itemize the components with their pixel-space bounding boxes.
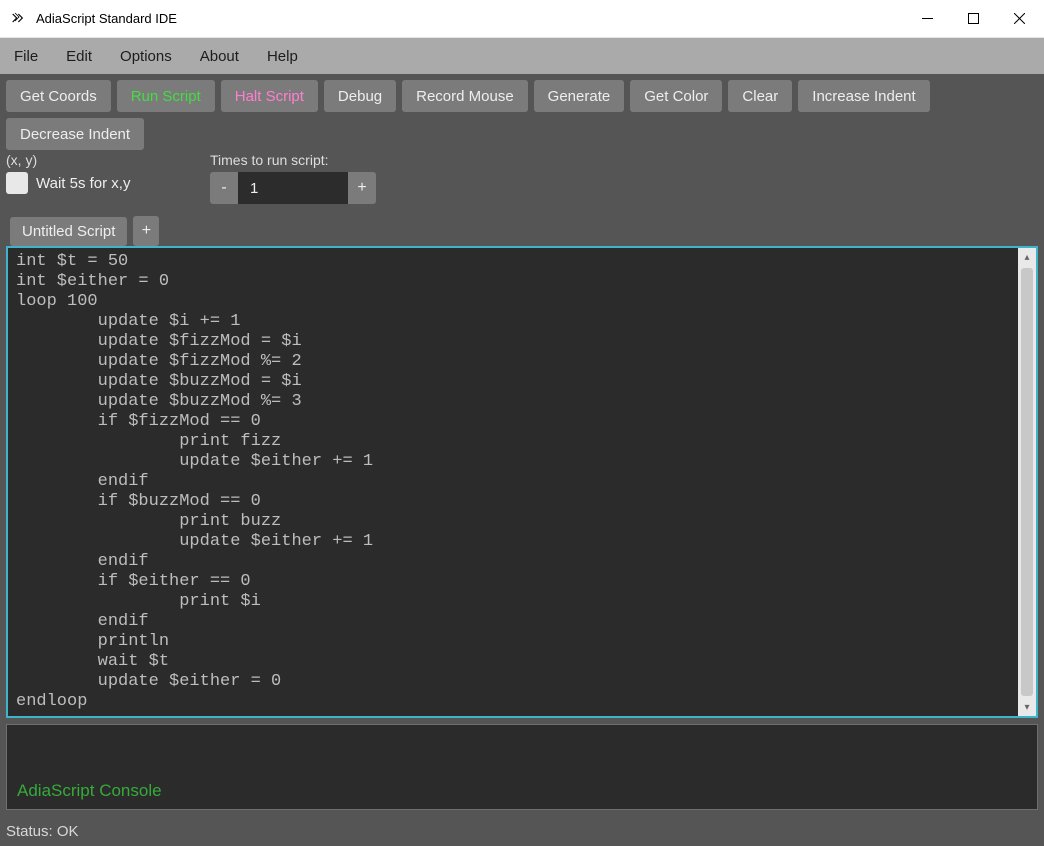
editor-border: int $t = 50 int $either = 0 loop 100 upd… xyxy=(6,246,1038,718)
tool-debug[interactable]: Debug xyxy=(324,80,396,112)
tool-generate[interactable]: Generate xyxy=(534,80,625,112)
stepper-minus[interactable]: - xyxy=(210,172,238,204)
scroll-up-icon[interactable]: ▴ xyxy=(1018,248,1036,266)
window-title: AdiaScript Standard IDE xyxy=(36,11,904,26)
console-text: AdiaScript Console xyxy=(17,781,162,801)
wait-checkbox[interactable] xyxy=(6,172,28,194)
maximize-button[interactable] xyxy=(950,2,996,36)
scroll-thumb[interactable] xyxy=(1021,268,1033,696)
wait-label: Wait 5s for x,y xyxy=(36,175,130,192)
wait-row: Wait 5s for x,y xyxy=(6,172,186,194)
editor-wrap: int $t = 50 int $either = 0 loop 100 upd… xyxy=(0,246,1044,718)
stepper-plus[interactable]: + xyxy=(348,172,376,204)
tool-get-coords[interactable]: Get Coords xyxy=(6,80,111,112)
menu-file[interactable]: File xyxy=(14,48,38,65)
times-stepper: - + xyxy=(210,172,376,204)
minimize-button[interactable] xyxy=(904,2,950,36)
secondary-row: (x, y) Wait 5s for x,y Times to run scri… xyxy=(0,150,1044,210)
tool-get-color[interactable]: Get Color xyxy=(630,80,722,112)
toolbar: Get CoordsRun ScriptHalt ScriptDebugReco… xyxy=(6,80,1038,150)
editor-scrollbar[interactable]: ▴ ▾ xyxy=(1018,248,1036,716)
menu-about[interactable]: About xyxy=(200,48,239,65)
times-input[interactable] xyxy=(238,172,348,204)
menu-help[interactable]: Help xyxy=(267,48,298,65)
app-icon xyxy=(10,10,28,28)
tool-increase-indent[interactable]: Increase Indent xyxy=(798,80,929,112)
console-wrap: AdiaScript Console xyxy=(0,718,1044,816)
console-output[interactable]: AdiaScript Console xyxy=(6,724,1038,810)
scroll-down-icon[interactable]: ▾ xyxy=(1018,698,1036,716)
times-block: Times to run script: - + xyxy=(210,152,376,204)
tool-halt-script[interactable]: Halt Script xyxy=(221,80,318,112)
statusbar: Status: OK xyxy=(0,816,1044,846)
tool-run-script[interactable]: Run Script xyxy=(117,80,215,112)
tab-add-button[interactable]: + xyxy=(133,216,159,246)
tool-record-mouse[interactable]: Record Mouse xyxy=(402,80,528,112)
menu-options[interactable]: Options xyxy=(120,48,172,65)
close-button[interactable] xyxy=(996,2,1042,36)
toolbar-row: Get CoordsRun ScriptHalt ScriptDebugReco… xyxy=(0,74,1044,150)
status-text: Status: OK xyxy=(6,823,79,840)
times-label: Times to run script: xyxy=(210,152,376,168)
tool-decrease-indent[interactable]: Decrease Indent xyxy=(6,118,144,150)
tab-untitled-script[interactable]: Untitled Script xyxy=(10,217,127,246)
tabs-row: Untitled Script+ xyxy=(0,210,1044,246)
menubar: File Edit Options About Help xyxy=(0,38,1044,74)
menu-edit[interactable]: Edit xyxy=(66,48,92,65)
titlebar: AdiaScript Standard IDE xyxy=(0,0,1044,38)
coords-block: (x, y) Wait 5s for x,y xyxy=(6,152,186,204)
code-editor[interactable]: int $t = 50 int $either = 0 loop 100 upd… xyxy=(8,248,1018,716)
coords-display: (x, y) xyxy=(6,152,186,168)
tool-clear[interactable]: Clear xyxy=(728,80,792,112)
